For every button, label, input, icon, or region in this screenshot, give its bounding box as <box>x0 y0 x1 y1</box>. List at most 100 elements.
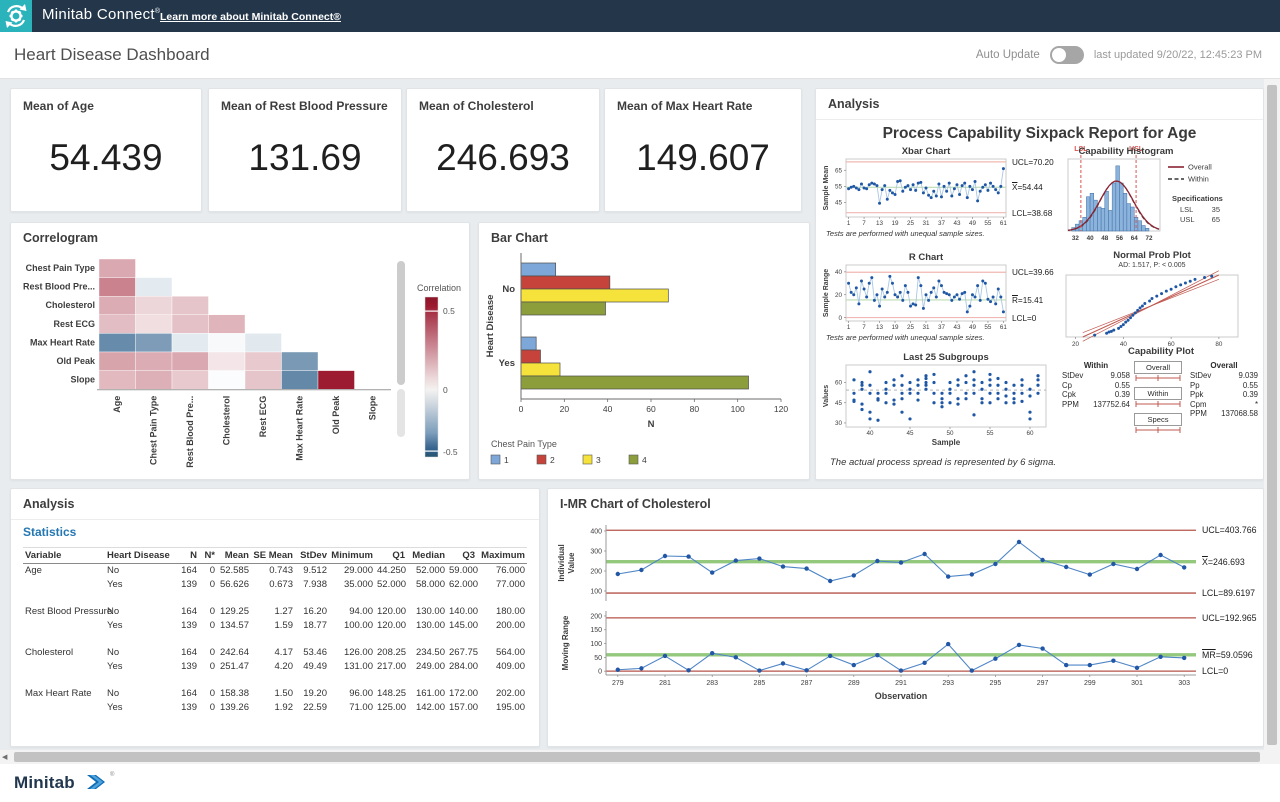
svg-text:Max Heart Rate: Max Heart Rate <box>30 337 95 347</box>
svg-text:60: 60 <box>646 404 656 414</box>
svg-text:80: 80 <box>690 404 700 414</box>
kpi-value: 54.439 <box>11 137 201 179</box>
capability-histogram-title: Capability Histogram <box>1046 147 1206 157</box>
statistics-analysis-panel: Analysis Statistics VariableHeart Diseas… <box>10 488 540 747</box>
svg-text:55: 55 <box>984 324 992 331</box>
svg-text:Sample Range: Sample Range <box>823 269 830 317</box>
table-row: CholesterolNo1640242.644.1753.46126.0020… <box>23 646 527 660</box>
imr-chart: 1002003004002792812832852872892912932952… <box>548 489 1263 746</box>
svg-text:300: 300 <box>590 548 602 555</box>
svg-text:45: 45 <box>835 400 843 407</box>
svg-text:281: 281 <box>659 680 671 687</box>
svg-text:31: 31 <box>922 324 930 331</box>
svg-text:Observation: Observation <box>875 691 928 701</box>
capability-within-title: Within <box>1062 361 1130 370</box>
svg-text:3: 3 <box>596 455 601 465</box>
scrollbar-left-arrow-icon[interactable]: ◀ <box>2 753 7 761</box>
svg-text:40: 40 <box>1087 235 1095 242</box>
svg-text:61: 61 <box>1000 324 1008 331</box>
footer-reg-mark: ® <box>110 772 114 778</box>
svg-text:0: 0 <box>443 385 448 395</box>
svg-text:72: 72 <box>1145 235 1153 242</box>
correlogram-scrollbar-thumb[interactable] <box>397 261 405 385</box>
svg-text:Sample: Sample <box>932 438 961 447</box>
svg-text:301: 301 <box>1131 680 1143 687</box>
svg-text:55: 55 <box>984 220 992 227</box>
column-header: Minimum <box>329 548 375 564</box>
footer-brand: Minitab <box>14 773 75 793</box>
svg-text:Correlation: Correlation <box>417 283 461 293</box>
svg-text:279: 279 <box>612 680 624 687</box>
svg-text:Moving Range: Moving Range <box>561 615 570 670</box>
table-row: Yes1390139.261.9222.5971.00125.00142.001… <box>23 701 527 715</box>
svg-text:100: 100 <box>590 588 602 595</box>
table-row: Yes1390251.474.2049.49131.00217.00249.00… <box>23 660 527 674</box>
svg-text:49: 49 <box>969 220 977 227</box>
column-header: SE Mean <box>251 548 295 564</box>
sync-gear-icon <box>0 0 32 32</box>
kpi-title: Mean of Cholesterol <box>419 99 534 113</box>
page-header: Heart Disease Dashboard Auto Update last… <box>0 32 1280 79</box>
svg-text:25: 25 <box>907 324 915 331</box>
svg-text:13: 13 <box>876 324 884 331</box>
svg-text:Rest ECG: Rest ECG <box>258 396 268 438</box>
svg-text:Individual: Individual <box>557 544 566 581</box>
svg-text:7: 7 <box>862 324 866 331</box>
table-row: Yes139056.6260.6737.93835.00052.00058.00… <box>23 578 527 592</box>
svg-text:100: 100 <box>731 404 745 414</box>
svg-text:1: 1 <box>847 324 851 331</box>
svg-text:200: 200 <box>590 568 602 575</box>
imr-mr-ucl-label: UCL=192.965 <box>1202 614 1257 624</box>
svg-text:289: 289 <box>848 680 860 687</box>
svg-text:2: 2 <box>550 455 555 465</box>
capability-within-row: StDev9.058 <box>1062 371 1130 381</box>
statistics-table-grid: VariableHeart DiseaseNN*MeanSE MeanStDev… <box>23 547 527 728</box>
statistics-section-link[interactable]: Statistics <box>23 525 76 539</box>
svg-text:40: 40 <box>866 430 874 437</box>
svg-text:1: 1 <box>847 220 851 227</box>
svg-text:0: 0 <box>519 404 524 414</box>
xbar-center-label: X=54.44 <box>1012 182 1043 192</box>
imr-mr-center-label: MR=59.0596 <box>1202 651 1253 661</box>
svg-text:35: 35 <box>1212 205 1220 214</box>
svg-text:Cholesterol: Cholesterol <box>222 396 232 446</box>
svg-text:65: 65 <box>1212 215 1220 224</box>
rchart-ucl-label: UCL=39.66 <box>1012 268 1054 277</box>
table-row: Rest Blood PressureNo1640129.251.2716.20… <box>23 605 527 619</box>
svg-text:13: 13 <box>876 220 884 227</box>
svg-text:7: 7 <box>862 220 866 227</box>
xbar-ucl-label: UCL=70.20 <box>1012 158 1054 167</box>
svg-text:293: 293 <box>942 680 954 687</box>
xbar-chart-title: Xbar Chart <box>846 147 1006 157</box>
svg-text:25: 25 <box>907 220 915 227</box>
panel-divider <box>11 519 539 520</box>
learn-more-link[interactable]: Learn more about Minitab Connect® <box>160 11 341 23</box>
toggle-knob <box>1052 48 1066 62</box>
svg-text:Heart Disease: Heart Disease <box>485 295 496 358</box>
kpi-value: 131.69 <box>209 137 401 179</box>
svg-text:60: 60 <box>835 380 843 387</box>
horizontal-scrollbar-thumb[interactable] <box>14 752 1260 762</box>
svg-text:100: 100 <box>590 641 602 648</box>
svg-text:Chest Pain Type: Chest Pain Type <box>149 396 159 465</box>
rchart-lcl-label: LCL=0 <box>1012 314 1036 323</box>
svg-text:19: 19 <box>892 220 900 227</box>
kpi-title: Mean of Age <box>23 99 94 113</box>
auto-update-toggle[interactable] <box>1050 46 1084 64</box>
svg-text:55: 55 <box>986 430 994 437</box>
svg-text:50: 50 <box>594 655 602 662</box>
bar-chart: NoYes020406080100120NHeart DiseaseChest … <box>479 223 809 477</box>
kpi-title: Mean of Max Heart Rate <box>617 99 752 113</box>
column-header: Mean <box>217 548 251 564</box>
horizontal-scrollbar[interactable]: ◀ <box>0 750 1264 764</box>
vertical-scrollbar-thumb[interactable] <box>1267 85 1277 745</box>
svg-text:200: 200 <box>590 613 602 620</box>
svg-text:56: 56 <box>1116 235 1124 242</box>
svg-text:45: 45 <box>835 200 843 207</box>
svg-text:43: 43 <box>953 324 961 331</box>
imr-individual-lcl-label: LCL=89.6197 <box>1202 589 1255 599</box>
svg-text:60: 60 <box>1026 430 1034 437</box>
svg-text:37: 37 <box>938 220 946 227</box>
column-header: Maximum <box>477 548 527 564</box>
vertical-scrollbar[interactable] <box>1264 79 1280 764</box>
